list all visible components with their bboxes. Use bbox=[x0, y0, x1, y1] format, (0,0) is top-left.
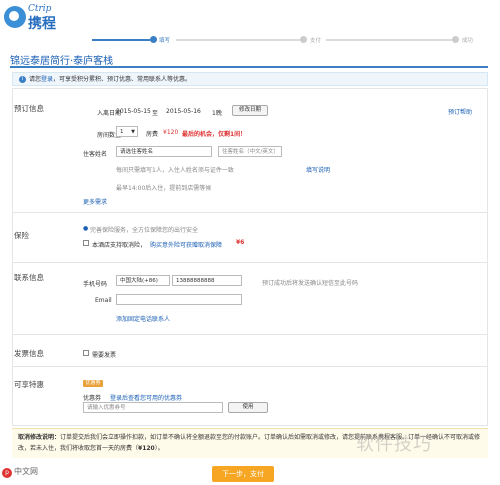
step-label-2: 支付 bbox=[310, 38, 322, 44]
step-dot-1 bbox=[150, 36, 157, 43]
guest-name-alt-input[interactable]: 住客姓名（中文/英文） bbox=[218, 146, 282, 157]
divider-booking bbox=[12, 212, 488, 213]
step-label-1: 填写 bbox=[159, 38, 171, 44]
insurance-option: 本酒店支持取消险， bbox=[92, 242, 147, 249]
cancel-policy-title: 取消修改说明： bbox=[18, 434, 61, 441]
insurance-option-link[interactable]: 购买意外险可获赠取消保障 bbox=[150, 240, 222, 249]
room-price-prefix: 房费 bbox=[146, 131, 159, 138]
checkout-date: 2015-05-16 bbox=[166, 108, 201, 115]
php-logo: p 中文网 bbox=[2, 466, 38, 478]
watermark: 软件技巧 bbox=[356, 434, 432, 455]
insurance-desc: 完善保险服务，全方位保障您的出行安全 bbox=[90, 227, 199, 234]
section-discount-label: 可享特惠 bbox=[14, 380, 44, 389]
login-link[interactable]: 登录 bbox=[41, 76, 53, 83]
email-input[interactable] bbox=[116, 294, 242, 305]
page-title: 锦远泰居简行·泰庐客栈 bbox=[10, 56, 114, 67]
section-booking-label: 预订信息 bbox=[14, 104, 44, 113]
date-separator: 至 bbox=[152, 110, 159, 117]
title-rule bbox=[10, 66, 488, 68]
promo-text: 最后的机会，仅剩1间！ bbox=[182, 131, 247, 138]
section-contact-label: 联系信息 bbox=[14, 273, 44, 282]
info-icon: i bbox=[19, 76, 26, 83]
room-price: ¥120 bbox=[163, 129, 179, 136]
modify-date-button[interactable]: 修改日期 bbox=[232, 105, 268, 116]
nights-count: 1晚 bbox=[212, 110, 222, 117]
more-requests-link[interactable]: 更多需求 bbox=[83, 197, 107, 206]
shield-icon: ● bbox=[83, 225, 89, 232]
insurance-checkbox[interactable] bbox=[83, 240, 89, 246]
login-notice: i 请您登录，可享受积分累积、预订优惠、常用联系人等优惠。 bbox=[12, 72, 488, 86]
step-line-2 bbox=[176, 39, 300, 41]
progress-steps: 填写 支付 成功 bbox=[92, 33, 492, 45]
invoice-option: 需要发票 bbox=[92, 352, 117, 359]
coupon-tag: 优惠券 bbox=[83, 380, 103, 387]
coupon-title: 优惠券 bbox=[83, 395, 102, 402]
coupon-login-link[interactable]: 登录后查看您可用的优惠券 bbox=[110, 393, 182, 402]
divider-insurance bbox=[12, 262, 488, 263]
cancel-fee: ¥120 bbox=[138, 445, 155, 452]
booking-form-panel bbox=[12, 88, 488, 426]
step-dot-2 bbox=[300, 36, 307, 43]
phone-input[interactable]: 13888888888 bbox=[172, 275, 242, 286]
rooms-select[interactable]: 1 ▼ bbox=[116, 126, 138, 137]
invoice-checkbox[interactable] bbox=[83, 350, 89, 356]
guest-name-input[interactable]: 请选住客姓名 bbox=[116, 146, 212, 157]
phone-hint: 预订成功后将发送确认短信至此号码 bbox=[262, 280, 359, 287]
ctrip-logo-icon bbox=[4, 6, 26, 28]
chevron-down-icon: ▼ bbox=[131, 129, 135, 135]
divider-invoice bbox=[12, 366, 488, 367]
step-line-3 bbox=[326, 39, 452, 41]
section-invoice-label: 发票信息 bbox=[14, 349, 44, 358]
add-landline-link[interactable]: 添加固定电话联系人 bbox=[116, 314, 170, 323]
email-label: Email bbox=[95, 297, 112, 304]
use-coupon-button[interactable]: 使用 bbox=[228, 402, 268, 413]
guest-hint: 每间只需填写1人，入住人姓名须与证件一致 bbox=[116, 167, 234, 174]
step-line-done bbox=[92, 39, 150, 41]
guest-hint-link[interactable]: 填写说明 bbox=[306, 165, 330, 174]
coupon-input[interactable]: 请输入优惠券号 bbox=[83, 402, 223, 413]
guest-name-label: 住客姓名 bbox=[83, 151, 108, 158]
booking-help-link[interactable]: 预订帮助 bbox=[448, 107, 472, 116]
section-insurance-label: 保险 bbox=[14, 231, 29, 240]
checkin-date: 2015-05-15 bbox=[116, 108, 151, 115]
php-logo-icon: p bbox=[2, 468, 12, 478]
arrival-hint: 最早14:00后入住，提前到店需等候 bbox=[116, 185, 212, 192]
ctrip-logo[interactable]: Ctrip 携程 bbox=[4, 2, 84, 32]
next-step-button[interactable]: 下一步，支付 bbox=[212, 466, 274, 482]
insurance-badge: ¥6 bbox=[236, 239, 245, 246]
phone-label: 手机号码 bbox=[83, 281, 108, 288]
step-dot-3 bbox=[452, 36, 459, 43]
logo-cn: 携程 bbox=[28, 16, 56, 32]
step-label-3: 成功 bbox=[462, 38, 474, 44]
divider-contact bbox=[12, 334, 488, 335]
country-code-select[interactable]: 中国大陆(+86) bbox=[116, 275, 170, 286]
